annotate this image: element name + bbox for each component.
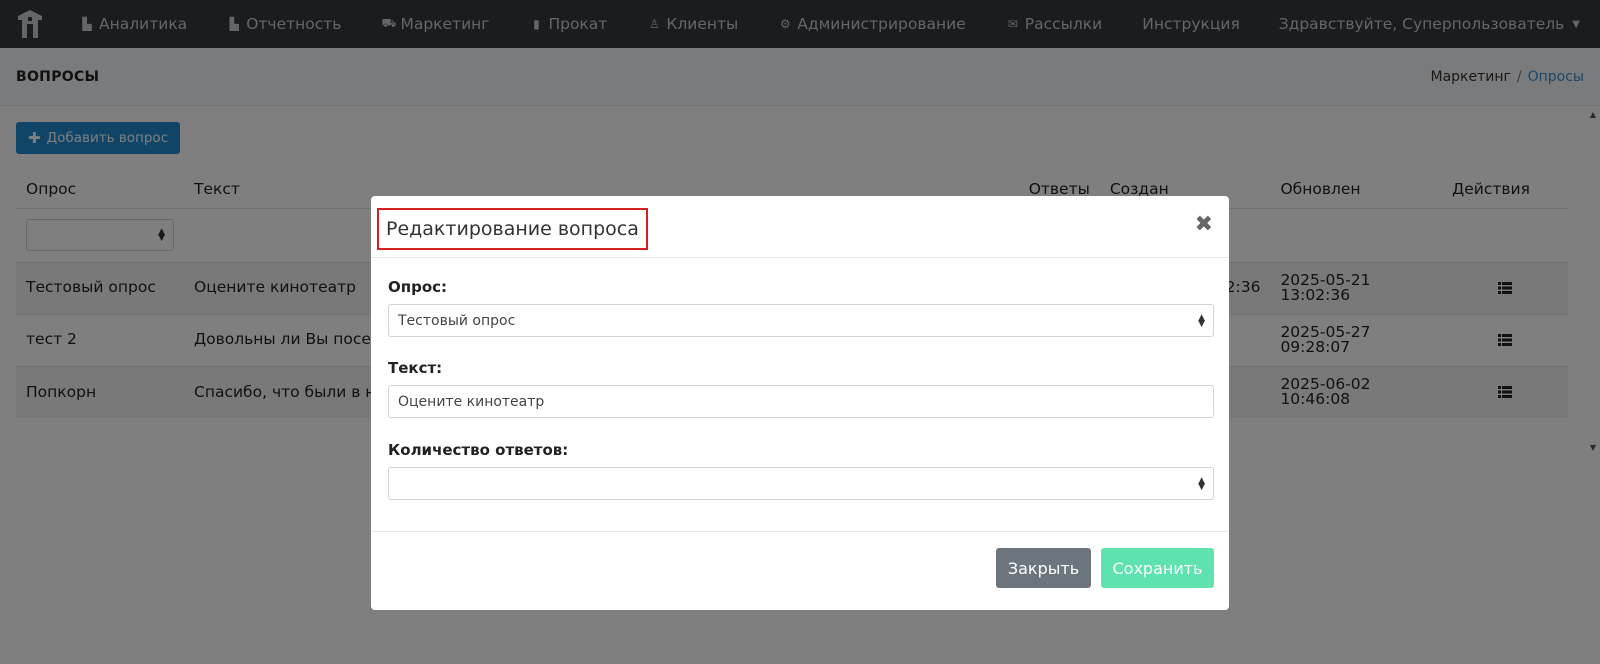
sort-icon: ▲▼: [1198, 312, 1205, 329]
modal-header: Редактирование вопроса ✖: [371, 196, 1229, 258]
close-icon[interactable]: ✖: [1195, 214, 1213, 236]
text-label: Текст:: [388, 359, 443, 377]
answers-count-label: Количество ответов:: [388, 441, 569, 459]
close-button[interactable]: Закрыть: [996, 548, 1091, 588]
survey-select-value: Тестовый опрос: [398, 312, 516, 329]
modal-footer: Закрыть Сохранить: [371, 532, 1229, 610]
modal-body: Опрос: Тестовый опрос ▲ ▼ Текст: Оцените …: [371, 258, 1229, 532]
text-input-value: Оцените кинотеатр: [398, 393, 545, 410]
edit-question-modal: Редактирование вопроса ✖ Опрос: Тестовый…: [371, 196, 1229, 610]
save-button[interactable]: Сохранить: [1101, 548, 1214, 588]
survey-label: Опрос:: [388, 278, 448, 296]
text-input[interactable]: Оцените кинотеатр: [388, 385, 1214, 418]
answers-count-select[interactable]: ▲ ▼: [388, 467, 1214, 500]
survey-select[interactable]: Тестовый опрос ▲ ▼: [388, 304, 1214, 337]
sort-icon: ▲▼: [1198, 475, 1205, 492]
modal-title: Редактирование вопроса: [377, 208, 648, 250]
